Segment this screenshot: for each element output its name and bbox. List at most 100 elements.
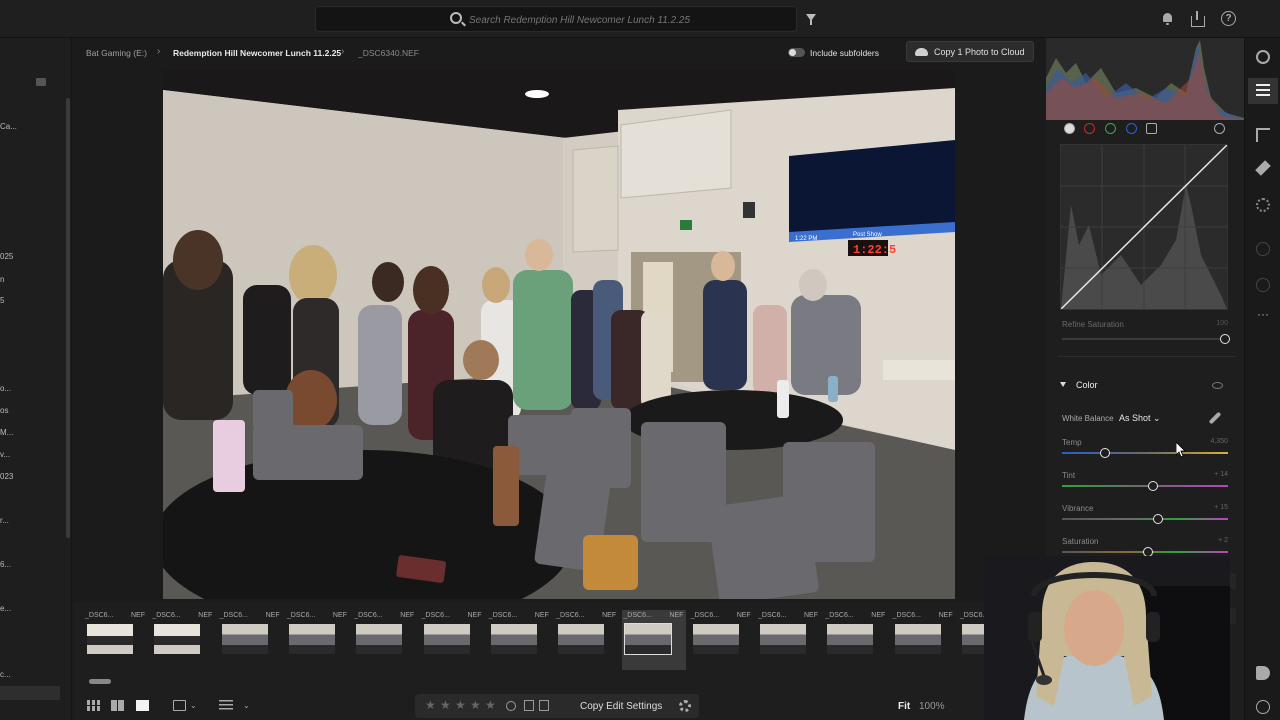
color-slider-track[interactable]	[1062, 448, 1228, 458]
rating-star[interactable]: ★	[470, 698, 481, 712]
folder-item[interactable]: 6...	[0, 560, 30, 569]
filmstrip-thumbnail[interactable]: _DSC6... NEF	[151, 610, 215, 670]
breadcrumb-drive[interactable]: Bat Gaming (E:)	[86, 48, 147, 58]
bell-icon[interactable]	[1160, 11, 1176, 27]
color-slider-track[interactable]	[1062, 514, 1228, 524]
folder-item[interactable]: Ca...	[0, 122, 30, 131]
copy-to-cloud-button[interactable]: Copy 1 Photo to Cloud	[906, 41, 1034, 62]
search-input[interactable]	[469, 11, 789, 29]
tone-curve[interactable]	[1060, 144, 1228, 310]
filmstrip-thumbnail[interactable]: _DSC6... NEF	[84, 610, 148, 670]
chevron-down-icon[interactable]: ⌄	[243, 701, 250, 710]
green-channel-icon[interactable]	[1105, 123, 1116, 134]
stack-icon[interactable]	[173, 700, 186, 711]
tv-bar-time: 1:22 PM	[795, 236, 817, 242]
visibility-eye-icon[interactable]	[1212, 382, 1223, 389]
slider-knob[interactable]	[1100, 448, 1111, 458]
rating-star[interactable]: ★	[455, 698, 466, 712]
folder-item[interactable]: M...	[0, 428, 30, 437]
luminance-channel-icon[interactable]	[1146, 123, 1157, 134]
color-slider-value[interactable]: 4,350	[1210, 438, 1228, 445]
zoom-level[interactable]: 100%	[919, 701, 945, 712]
rating-star[interactable]: ★	[425, 698, 436, 712]
flag-pick-icon[interactable]	[524, 700, 534, 711]
folder-item[interactable]: 025	[0, 252, 30, 261]
color-slider-value[interactable]: + 15	[1214, 504, 1228, 511]
red-eye-icon[interactable]	[1256, 242, 1270, 256]
folder-item[interactable]: n	[0, 275, 30, 284]
top-bar: ?	[0, 0, 1280, 38]
target-adjust-icon[interactable]	[1214, 123, 1225, 134]
thumbnail-image	[692, 624, 739, 654]
left-panel-scrollbar[interactable]	[66, 98, 70, 538]
filmstrip-thumbnail[interactable]: _DSC6... NEF	[757, 610, 821, 670]
folder-item[interactable]: os	[0, 406, 30, 415]
edit-sliders-icon[interactable]	[1256, 84, 1270, 98]
rating-star[interactable]: ★	[440, 698, 451, 712]
folder-item[interactable]: r...	[0, 516, 30, 525]
presets-icon[interactable]	[1256, 50, 1270, 64]
folder-view-icon[interactable]	[36, 78, 46, 86]
color-slider-value[interactable]: + 14	[1214, 471, 1228, 478]
color-slider-track[interactable]	[1062, 547, 1228, 557]
zoom-fit-button[interactable]: Fit	[898, 701, 910, 712]
chevron-down-icon[interactable]: ⌄	[190, 701, 197, 710]
unflag-icon[interactable]	[506, 701, 516, 711]
folder-item[interactable]: o...	[0, 384, 30, 393]
filmstrip-thumbnail[interactable]: _DSC6... NEF	[353, 610, 417, 670]
refine-saturation-slider[interactable]	[1062, 334, 1230, 344]
folder-item[interactable]: v...	[0, 450, 30, 459]
folder-item[interactable]: 5	[0, 296, 30, 305]
grid-view-icon[interactable]	[87, 700, 100, 711]
filmstrip-thumbnail[interactable]: _DSC6... NEF	[286, 610, 350, 670]
blue-channel-icon[interactable]	[1126, 123, 1137, 134]
help-icon[interactable]: ?	[1221, 11, 1236, 26]
crop-icon[interactable]	[1256, 128, 1270, 142]
breadcrumb-album[interactable]: Redemption Hill Newcomer Lunch 11.2.25	[173, 48, 341, 58]
slider-knob[interactable]	[1148, 481, 1159, 491]
filmstrip-scrollbar[interactable]	[89, 679, 111, 684]
masking-icon[interactable]	[1256, 198, 1270, 212]
filmstrip-thumbnail[interactable]: _DSC6... NEF	[892, 610, 956, 670]
color-slider-value[interactable]: + 2	[1218, 537, 1228, 544]
photo-viewer: 1:22 PM Post Show 1:22:5	[73, 66, 1045, 602]
filter-icon[interactable]	[806, 14, 816, 25]
filmstrip-thumbnail[interactable]: _DSC6... NEF	[622, 610, 687, 670]
thumbnail-image	[87, 624, 133, 654]
info-icon[interactable]	[1256, 700, 1270, 714]
include-subfolders-toggle[interactable]	[788, 48, 805, 57]
folder-item[interactable]: c...	[0, 670, 30, 679]
gear-icon[interactable]	[679, 700, 691, 712]
more-options-icon[interactable]: ···	[1256, 308, 1270, 324]
slider-knob[interactable]	[1220, 334, 1230, 344]
filmstrip-thumbnail[interactable]: _DSC6... NEF	[219, 610, 283, 670]
tag-icon[interactable]	[1256, 666, 1270, 680]
thumbnail-filename: _DSC6...	[354, 612, 383, 619]
sort-icon[interactable]	[219, 700, 233, 711]
slider-knob[interactable]	[1153, 514, 1164, 524]
filmstrip-thumbnail[interactable]: _DSC6... NEF	[824, 610, 888, 670]
single-view-icon[interactable]	[136, 700, 149, 711]
white-balance-dropdown[interactable]: As Shot ⌄	[1119, 413, 1161, 424]
main-photo[interactable]: 1:22 PM Post Show 1:22:5	[163, 70, 955, 599]
red-channel-icon[interactable]	[1084, 123, 1095, 134]
filmstrip-thumbnail[interactable]: _DSC6... NEF	[690, 610, 754, 670]
folder-item[interactable]: e...	[0, 604, 30, 613]
eyedropper-icon[interactable]	[1208, 411, 1222, 425]
flag-reject-icon[interactable]	[539, 700, 549, 711]
copy-edit-settings-button[interactable]: Copy Edit Settings	[580, 701, 662, 712]
filmstrip-thumbnail[interactable]: _DSC6... NEF	[488, 610, 552, 670]
share-icon[interactable]	[1190, 11, 1206, 27]
filmstrip-thumbnail[interactable]: _DSC6... NEF	[555, 610, 619, 670]
search-box[interactable]	[315, 6, 797, 32]
eraser-icon[interactable]	[1255, 160, 1271, 176]
rgb-channel-icon[interactable]	[1064, 123, 1075, 134]
rating-star[interactable]: ★	[485, 698, 496, 712]
folder-item-selected[interactable]	[0, 686, 60, 700]
include-subfolders-label: Include subfolders	[810, 48, 879, 58]
compare-view-icon[interactable]	[111, 700, 124, 711]
folder-item[interactable]: 023	[0, 472, 30, 481]
color-slider-track[interactable]	[1062, 481, 1228, 491]
blur-icon[interactable]	[1256, 278, 1270, 292]
filmstrip-thumbnail[interactable]: _DSC6... NEF	[421, 610, 485, 670]
